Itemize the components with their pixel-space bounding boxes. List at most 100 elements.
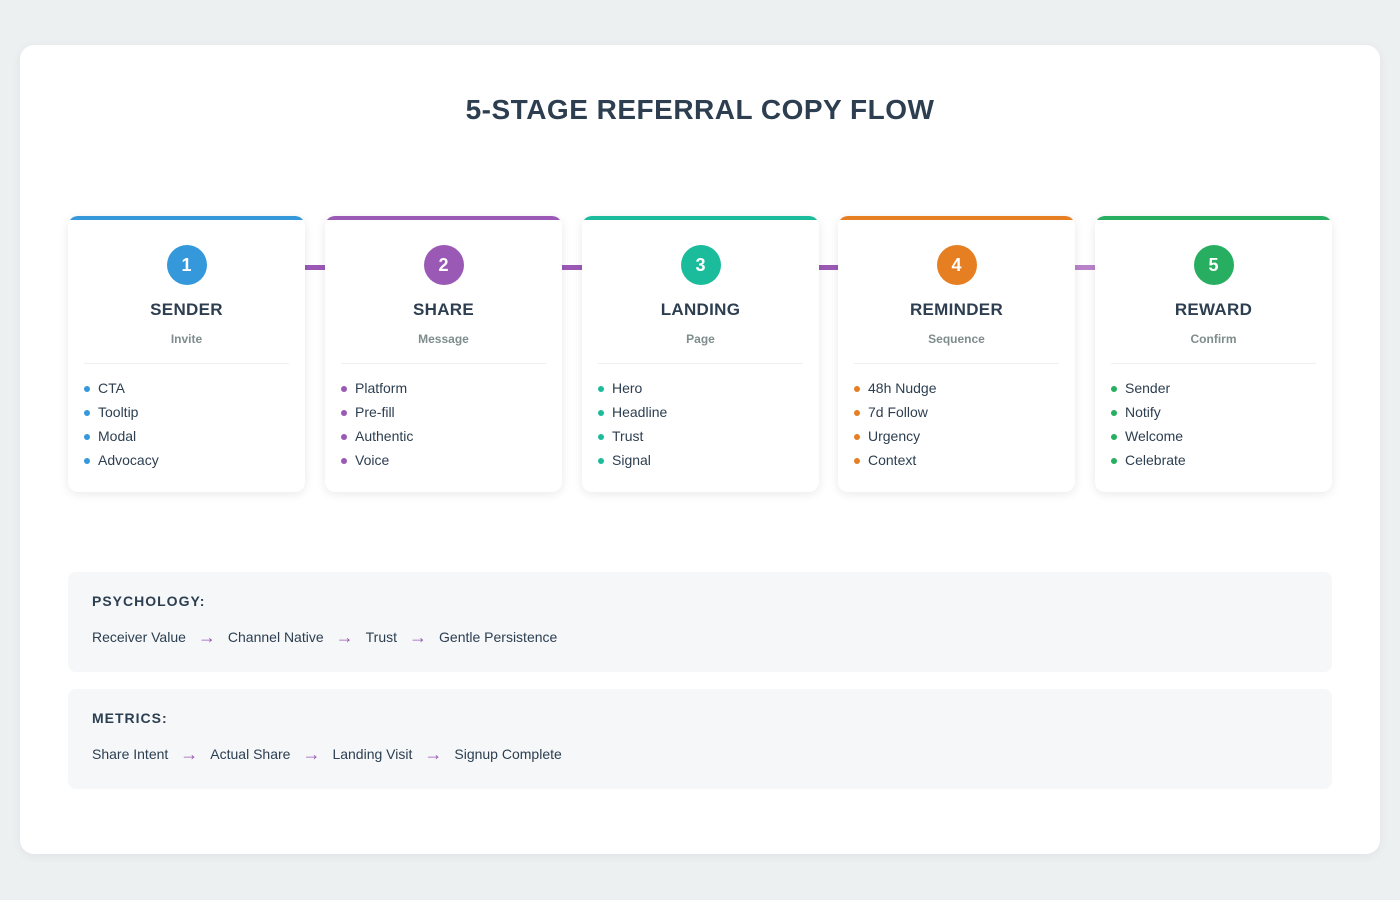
page-title: 5-STAGE REFERRAL COPY FLOW <box>465 94 935 125</box>
bullet-dot-icon <box>598 410 604 416</box>
flow-step: Receiver Value <box>92 629 186 645</box>
list-item-label: 7d Follow <box>868 404 928 420</box>
bullet-dot-icon <box>341 410 347 416</box>
list-item: Authentic <box>341 426 546 450</box>
stage-connector <box>305 265 325 270</box>
list-item-label: Signal <box>612 452 651 468</box>
stage-subtitle: Message <box>418 332 469 346</box>
stage-number-badge: 1 <box>166 245 207 285</box>
list-item: 7d Follow <box>854 402 1059 426</box>
stage-number-badge: 5 <box>1193 245 1234 285</box>
list-item: Urgency <box>854 426 1059 450</box>
flow-step: Signup Complete <box>454 746 562 762</box>
list-item-label: Notify <box>1125 404 1161 420</box>
list-item: Context <box>854 450 1059 474</box>
stage-title: SENDER <box>150 300 223 319</box>
list-item: Sender <box>1111 378 1316 402</box>
bullet-dot-icon <box>1111 434 1117 440</box>
psychology-flow: Receiver Value → Channel Native → Trust … <box>92 628 557 646</box>
list-item: Hero <box>598 378 803 402</box>
bullet-dot-icon <box>1111 386 1117 392</box>
list-item-label: Hero <box>612 380 643 396</box>
list-item: Voice <box>341 450 546 474</box>
psychology-panel: PSYCHOLOGY: Receiver Value → Channel Nat… <box>68 572 1332 672</box>
bullet-dot-icon <box>598 386 604 392</box>
stage-subtitle: Confirm <box>1190 332 1237 346</box>
stage-title: SHARE <box>412 300 474 319</box>
list-item-label: Advocacy <box>98 452 159 468</box>
stage-item-list: CTA Tooltip Modal Advocacy <box>84 378 289 474</box>
flow-step: Actual Share <box>210 746 291 762</box>
bullet-dot-icon <box>854 410 860 416</box>
stage-number-badge: 4 <box>936 245 977 285</box>
stage-card-reminder: 4 REMINDER Sequence 48h Nudge 7d Follow … <box>838 216 1075 492</box>
stage-connector <box>1075 265 1095 270</box>
list-item-label: Trust <box>612 428 644 444</box>
list-item: CTA <box>84 378 289 402</box>
list-item-label: CTA <box>98 380 125 396</box>
bullet-dot-icon <box>84 386 90 392</box>
list-item: Signal <box>598 450 803 474</box>
stage-flow: 1 SENDER Invite CTA Tooltip Modal Advoca… <box>68 216 1332 492</box>
stage-card-share: 2 SHARE Message Platform Pre-fill Authen… <box>325 216 562 492</box>
bullet-dot-icon <box>341 386 347 392</box>
flow-step: Share Intent <box>92 746 169 762</box>
stage-number-badge: 3 <box>680 245 721 285</box>
bullet-dot-icon <box>341 458 347 464</box>
stage-subtitle: Page <box>686 332 715 346</box>
list-item: Advocacy <box>84 450 289 474</box>
arrow-right-icon: → <box>424 744 443 764</box>
stage-item-list: Hero Headline Trust Signal <box>598 378 803 474</box>
metrics-panel: METRICS: Share Intent → Actual Share → L… <box>68 689 1332 789</box>
bullet-dot-icon <box>1111 410 1117 416</box>
list-item-label: Celebrate <box>1125 452 1186 468</box>
bullet-dot-icon <box>598 434 604 440</box>
bullet-dot-icon <box>854 434 860 440</box>
divider <box>1111 363 1316 364</box>
list-item-label: Urgency <box>868 428 921 444</box>
bullet-dot-icon <box>84 458 90 464</box>
divider <box>341 363 546 364</box>
stage-item-list: Sender Notify Welcome Celebrate <box>1111 378 1316 474</box>
flow-step: Landing Visit <box>332 746 413 762</box>
bullet-dot-icon <box>598 458 604 464</box>
bullet-dot-icon <box>84 410 90 416</box>
list-item-label: Authentic <box>355 428 414 444</box>
stage-number-badge: 2 <box>423 245 464 285</box>
stage-title: REMINDER <box>909 300 1004 319</box>
list-item-label: Modal <box>98 428 137 444</box>
bullet-dot-icon <box>341 434 347 440</box>
divider <box>598 363 803 364</box>
list-item-label: 48h Nudge <box>868 380 937 396</box>
arrow-right-icon: → <box>197 627 216 647</box>
bullet-dot-icon <box>854 458 860 464</box>
stage-subtitle: Invite <box>170 332 203 346</box>
stage-item-list: 48h Nudge 7d Follow Urgency Context <box>854 378 1059 474</box>
stage-accent-bar <box>582 216 819 220</box>
list-item-label: Context <box>868 452 917 468</box>
divider <box>854 363 1059 364</box>
flow-step: Trust <box>365 629 398 645</box>
stage-subtitle: Sequence <box>928 332 985 346</box>
metrics-flow: Share Intent → Actual Share → Landing Vi… <box>92 745 562 763</box>
list-item: Platform <box>341 378 546 402</box>
stage-accent-bar <box>838 216 1075 220</box>
list-item-label: Tooltip <box>98 404 139 420</box>
list-item: Pre-fill <box>341 402 546 426</box>
stage-connector <box>818 265 838 270</box>
flow-step: Gentle Persistence <box>439 629 558 645</box>
list-item: Notify <box>1111 402 1316 426</box>
stage-card-sender: 1 SENDER Invite CTA Tooltip Modal Advoca… <box>68 216 305 492</box>
stage-title: LANDING <box>660 300 741 319</box>
list-item: Celebrate <box>1111 450 1316 474</box>
list-item: Headline <box>598 402 803 426</box>
list-item: Tooltip <box>84 402 289 426</box>
metrics-heading: METRICS: <box>92 710 168 726</box>
arrow-right-icon: → <box>335 627 354 647</box>
stage-card-landing: 3 LANDING Page Hero Headline Trust Signa… <box>582 216 819 492</box>
list-item-label: Sender <box>1125 380 1171 396</box>
list-item-label: Pre-fill <box>355 404 395 420</box>
list-item-label: Welcome <box>1125 428 1184 444</box>
stage-card-reward: 5 REWARD Confirm Sender Notify Welcome C… <box>1095 216 1332 492</box>
arrow-right-icon: → <box>409 627 428 647</box>
